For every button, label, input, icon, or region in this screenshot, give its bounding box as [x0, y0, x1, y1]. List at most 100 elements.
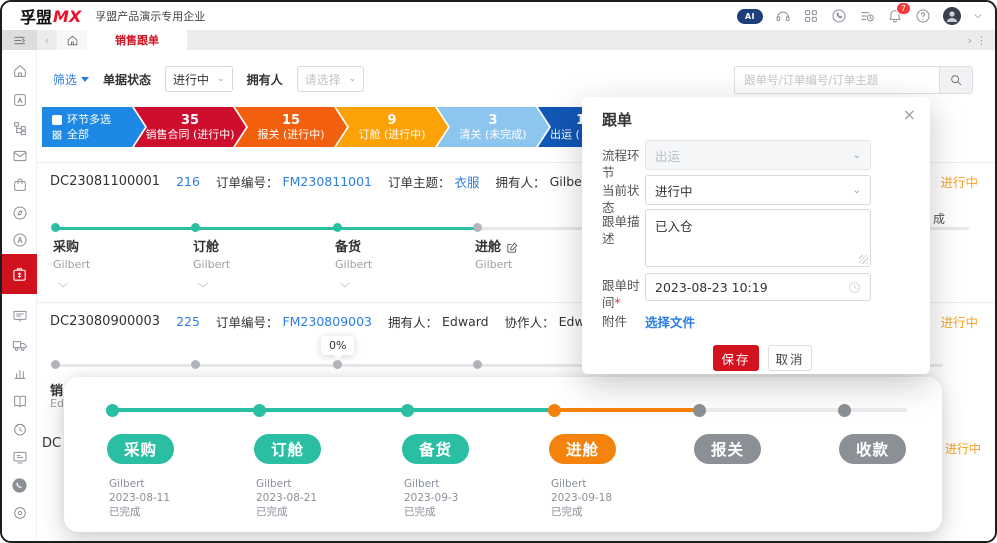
- modal-title: 跟单: [602, 109, 632, 130]
- order-no-label: 订单编号：: [216, 312, 279, 331]
- sidebar-item-logistics[interactable]: [2, 331, 37, 359]
- timeline-stage: 订舱 Gilbert: [193, 240, 313, 272]
- grid-icon: [52, 130, 62, 140]
- timeline-dot: [333, 360, 342, 369]
- owner-placeholder: 请选择: [305, 71, 341, 88]
- sidebar-item-mail[interactable]: [2, 142, 37, 170]
- sidebar-item-documents[interactable]: [2, 387, 37, 415]
- tab-sales-tracking[interactable]: 销售跟单: [87, 30, 187, 50]
- order-no-link[interactable]: FM230809003: [282, 314, 372, 329]
- search-button[interactable]: [939, 66, 973, 94]
- menu-toggle-icon[interactable]: [2, 30, 37, 50]
- tab-back-icon[interactable]: ‹: [37, 30, 57, 50]
- cancel-button[interactable]: 取消: [768, 345, 812, 371]
- sidebar-item-whatsapp[interactable]: [2, 471, 37, 499]
- chevron-down-icon: ⌄: [853, 150, 861, 161]
- status-badge: 进行中: [940, 312, 986, 331]
- description-textarea[interactable]: 已入仓: [645, 209, 871, 267]
- sidebar-item-home[interactable]: [2, 57, 37, 85]
- doc-number: DC23081100001: [50, 174, 160, 189]
- checkbox[interactable]: [52, 115, 62, 125]
- process-label: 流程环节: [602, 147, 648, 181]
- timeline-stage: 备货 Gilbert: [335, 240, 455, 272]
- doc-status-value: 进行中: [173, 71, 209, 88]
- sidebar-item-contacts[interactable]: [2, 86, 37, 114]
- timeline-dot: [51, 223, 60, 232]
- save-button[interactable]: 保存: [713, 345, 759, 371]
- tab-bar: ‹ 销售跟单 › ⋮: [2, 30, 995, 50]
- whatsapp-icon[interactable]: [831, 8, 847, 24]
- search-input[interactable]: [734, 66, 939, 94]
- stage-pill[interactable]: 收款: [839, 434, 906, 464]
- sidebar-item-orders[interactable]: [2, 415, 37, 443]
- sidebar-item-monitor[interactable]: [2, 443, 37, 471]
- apps-grid-icon[interactable]: [803, 8, 819, 24]
- edit-icon[interactable]: [506, 242, 518, 254]
- status-badge: 进行中: [940, 172, 986, 191]
- timeline-detail-popup: 采购 订舱 备货 进舱 报关 收款 Gilbert2023-08-11已完成 G…: [64, 377, 942, 532]
- stage-detail: Gilbert2023-09-3已完成: [404, 477, 458, 519]
- headset-icon[interactable]: [775, 8, 791, 24]
- avatar[interactable]: [943, 7, 961, 25]
- tab-more-icon[interactable]: ⋮: [976, 34, 987, 47]
- expand-chevron-icon[interactable]: [197, 278, 209, 292]
- stage-pill[interactable]: 报关: [694, 434, 761, 464]
- partial-doc-number: DC: [42, 436, 61, 451]
- close-icon[interactable]: ×: [903, 105, 916, 124]
- attachment-label: 附件: [602, 313, 648, 330]
- ai-assistant-button[interactable]: AI: [737, 9, 763, 24]
- stage-pill[interactable]: 采购: [107, 434, 174, 464]
- stage-flow-all[interactable]: 环节多选 全部: [42, 107, 145, 147]
- order-no-link[interactable]: FM230811001: [282, 174, 372, 189]
- stage-pill[interactable]: 进舱: [549, 434, 616, 464]
- stage-pill[interactable]: 备货: [402, 434, 469, 464]
- subject-link[interactable]: 衣服: [455, 172, 480, 191]
- doc-badge[interactable]: 225: [176, 314, 200, 329]
- timeline-stage: 采购 Gilbert: [53, 240, 173, 272]
- choose-file-link[interactable]: 选择文件: [645, 312, 695, 331]
- sidebar-item-sales-tracking[interactable]: [2, 254, 37, 294]
- stage-arrow-customs[interactable]: 15 报关 (进行中): [235, 107, 347, 147]
- stage-pill[interactable]: 订舱: [254, 434, 321, 464]
- process-select[interactable]: 出运⌄: [645, 140, 871, 170]
- stage-arrow-booking[interactable]: 9 订舱 (进行中): [336, 107, 448, 147]
- chevron-down-icon: ⌄: [217, 74, 225, 84]
- tab-home-icon[interactable]: [57, 30, 87, 50]
- owner-label: 拥有人：: [496, 172, 546, 191]
- brand-logo-mark: MX: [53, 7, 81, 26]
- doc-status-select[interactable]: 进行中 ⌄: [165, 66, 233, 92]
- notification-badge: 7: [896, 2, 911, 15]
- stage-arrow-sales-contract[interactable]: 35 销售合同 (进行中): [134, 107, 246, 147]
- expand-chevron-icon[interactable]: [339, 278, 351, 292]
- current-status-select[interactable]: 进行中⌄: [645, 175, 871, 205]
- chevron-down-icon: ⌄: [853, 185, 861, 196]
- sidebar-item-discovery[interactable]: [2, 199, 37, 227]
- follow-up-time-input[interactable]: 2023-08-23 10:19: [645, 273, 871, 301]
- task-list-icon[interactable]: [859, 8, 875, 24]
- partial-person-label: Ed: [50, 397, 64, 410]
- doc-badge[interactable]: 216: [176, 174, 200, 189]
- sidebar-item-customer-a[interactable]: [2, 226, 37, 254]
- sidebar-item-presentation[interactable]: [2, 302, 37, 330]
- sidebar-item-reports[interactable]: [2, 359, 37, 387]
- popup-dot: [838, 404, 851, 417]
- sidebar-item-products[interactable]: [2, 171, 37, 199]
- expand-chevron-icon[interactable]: [57, 278, 69, 292]
- resize-handle[interactable]: [859, 255, 868, 264]
- timeline-line-done: [53, 227, 479, 230]
- sidebar-item-settings[interactable]: [2, 499, 37, 527]
- subject-label: 订单主题：: [388, 172, 451, 191]
- filter-label: 筛选: [53, 71, 77, 88]
- owner-select[interactable]: 请选择 ⌄: [297, 66, 365, 92]
- filter-toggle[interactable]: 筛选: [53, 71, 89, 88]
- chevron-down-icon[interactable]: [973, 11, 983, 21]
- tab-forward-icon[interactable]: ›: [968, 34, 972, 47]
- help-icon[interactable]: [915, 8, 931, 24]
- sidebar-item-org-structure[interactable]: [2, 114, 37, 142]
- popup-line-current: [554, 408, 699, 412]
- timeline-dot: [333, 223, 342, 232]
- stage-arrow-clearance[interactable]: 3 清关 (未完成): [437, 107, 549, 147]
- bell-icon[interactable]: 7: [887, 8, 903, 24]
- brand-logo: 孚盟: [20, 4, 52, 28]
- follow-up-time-label: 跟单时间*: [602, 277, 648, 311]
